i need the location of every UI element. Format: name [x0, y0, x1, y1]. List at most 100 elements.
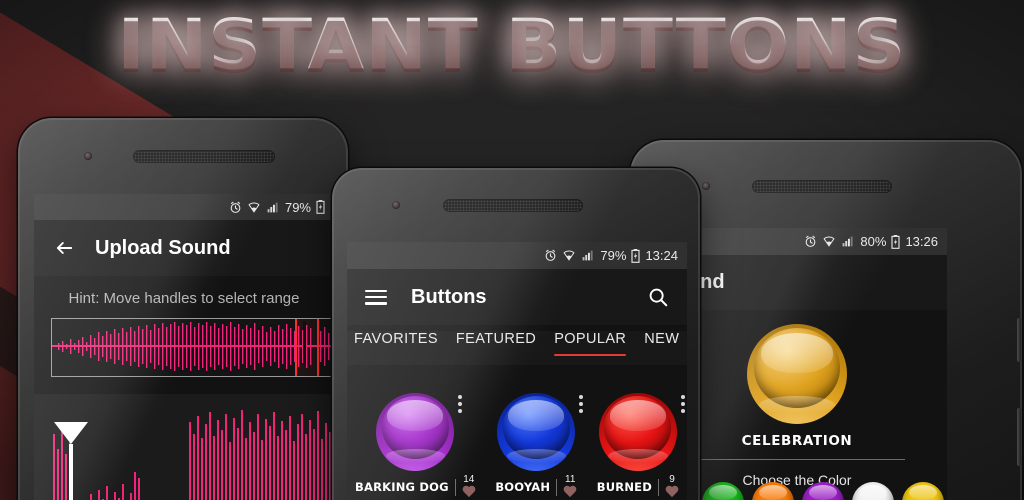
app-bar-title-middle: Buttons [411, 285, 487, 308]
clock-middle: 13:24 [645, 248, 678, 263]
sound-button-cell: BOOYAH 11 [495, 393, 584, 499]
favorite-count-group[interactable]: 14 [462, 475, 476, 499]
heart-icon[interactable] [563, 486, 577, 499]
waveform-overview-graphic [52, 322, 334, 371]
sound-button-cell: BURNED 9 [597, 393, 685, 499]
tab-label: NEW [644, 331, 680, 347]
trim-handle-left[interactable] [54, 422, 88, 444]
wifi-icon [247, 201, 261, 214]
battery-percent-left: 79% [284, 199, 311, 215]
tab-label: POPULAR [554, 331, 627, 347]
sound-button-caption: BARKING DOG 14 [355, 475, 476, 499]
favorite-count-group[interactable]: 9 [665, 475, 679, 499]
sound-button-name: BURNED [596, 480, 652, 494]
heart-icon[interactable] [665, 486, 679, 499]
sound-button-preview[interactable] [747, 324, 847, 424]
waveform-detail-graphic [34, 394, 334, 500]
tab-featured[interactable]: FEATURED [456, 331, 536, 356]
sound-button[interactable] [598, 393, 677, 471]
tab-bar: FAVORITES FEATURED POPULAR NEW [347, 331, 687, 365]
kebab-menu-icon[interactable] [458, 395, 463, 413]
favorite-count: 9 [669, 474, 675, 485]
earpiece-grille [444, 200, 582, 211]
swatch-gloss [708, 485, 738, 500]
front-camera-icon [392, 201, 400, 209]
sound-button-caption: BOOYAH 11 [495, 475, 577, 499]
kebab-menu-icon[interactable] [680, 395, 685, 413]
battery-percent-middle: 79% [600, 248, 627, 263]
waveform-detail[interactable] [34, 394, 334, 500]
signal-icon [841, 235, 855, 248]
front-camera-icon [84, 152, 92, 160]
wifi-icon [822, 235, 836, 248]
page-title: INSTANT BUTTONS [0, 10, 1024, 79]
phone-left-screen: 79% Upload Sound Hint: Move handles to s… [34, 194, 334, 500]
preview-button-lip [759, 396, 835, 414]
swatch-gloss [758, 485, 788, 500]
color-swatch-white[interactable] [852, 482, 894, 500]
status-bar-left: 79% [34, 194, 334, 220]
earpiece-grille [134, 151, 274, 162]
hint-text: Hint: Move handles to select range [68, 290, 300, 307]
earpiece-grille [753, 181, 891, 192]
color-swatch-orange[interactable] [752, 482, 794, 500]
battery-percent-right: 80% [860, 234, 887, 249]
volume-button-right[interactable] [1017, 408, 1021, 466]
sound-button-name: BARKING DOG [355, 480, 449, 494]
app-bar-middle: Buttons [347, 269, 687, 325]
phone-middle: 79% 13:24 Buttons FAVORITES FEATURED POPUL… [332, 168, 700, 500]
alarm-icon [804, 235, 817, 248]
favorite-count-group[interactable]: 11 [563, 475, 577, 499]
alarm-icon [544, 249, 557, 262]
trim-handle-left-stem[interactable] [69, 444, 73, 500]
search-icon[interactable] [647, 286, 669, 308]
app-bar-left: Upload Sound [34, 220, 334, 276]
waveform-overview[interactable] [51, 318, 334, 377]
sound-button-wrap [598, 393, 685, 471]
swatch-gloss [908, 485, 938, 500]
tab-label: FEATURED [455, 331, 537, 347]
battery-icon [891, 234, 901, 249]
sound-button[interactable] [497, 393, 576, 471]
hamburger-menu-icon[interactable] [365, 289, 387, 305]
caption-separator [454, 478, 456, 496]
favorite-count: 11 [565, 474, 576, 485]
color-swatch-green[interactable] [702, 482, 744, 500]
sound-button-caption: BURNED 9 [597, 475, 679, 499]
swatch-gloss [858, 485, 888, 500]
sound-button-grid: BARKING DOG 14 BOOYAH 11 BURNED 9 [347, 375, 687, 499]
caption-separator [657, 478, 659, 496]
selection-handle[interactable] [295, 319, 319, 376]
tab-favorites[interactable]: FAVORITES [354, 331, 438, 356]
color-swatch-yellow[interactable] [902, 482, 944, 500]
back-arrow-icon[interactable] [52, 238, 77, 258]
tab-label: FAVORITES [354, 331, 438, 347]
tab-popular[interactable]: POPULAR [554, 331, 627, 356]
phone-middle-screen: 79% 13:24 Buttons FAVORITES FEATURED POPUL… [347, 242, 687, 500]
alarm-icon [229, 201, 242, 214]
tab-new[interactable]: NEW [644, 331, 679, 356]
status-bar-middle: 79% 13:24 [347, 242, 687, 269]
wifi-icon [562, 249, 576, 262]
section-divider [689, 459, 905, 460]
phone-left: 79% Upload Sound Hint: Move handles to s… [18, 118, 348, 500]
kebab-menu-icon[interactable] [579, 395, 584, 413]
signal-icon [266, 201, 280, 214]
preview-label: CELEBRATION [741, 433, 853, 449]
heart-icon[interactable] [462, 486, 476, 499]
favorite-count: 14 [463, 474, 475, 485]
promo-banner: INSTANT BUTTONS 79% Upload Sound Hint: M… [0, 0, 1024, 500]
battery-icon [316, 200, 325, 214]
sound-button-gloss [508, 400, 565, 432]
color-swatch-purple[interactable] [802, 482, 844, 500]
sound-button-gloss [387, 400, 444, 432]
preview-button-gloss [761, 333, 833, 373]
signal-icon [581, 249, 595, 262]
battery-icon [631, 248, 641, 263]
power-button-right[interactable] [1017, 318, 1021, 362]
sound-button-wrap [497, 393, 584, 471]
caption-separator [556, 478, 558, 496]
front-camera-icon [702, 182, 710, 190]
sound-button[interactable] [376, 393, 455, 471]
swatch-gloss [808, 485, 838, 500]
